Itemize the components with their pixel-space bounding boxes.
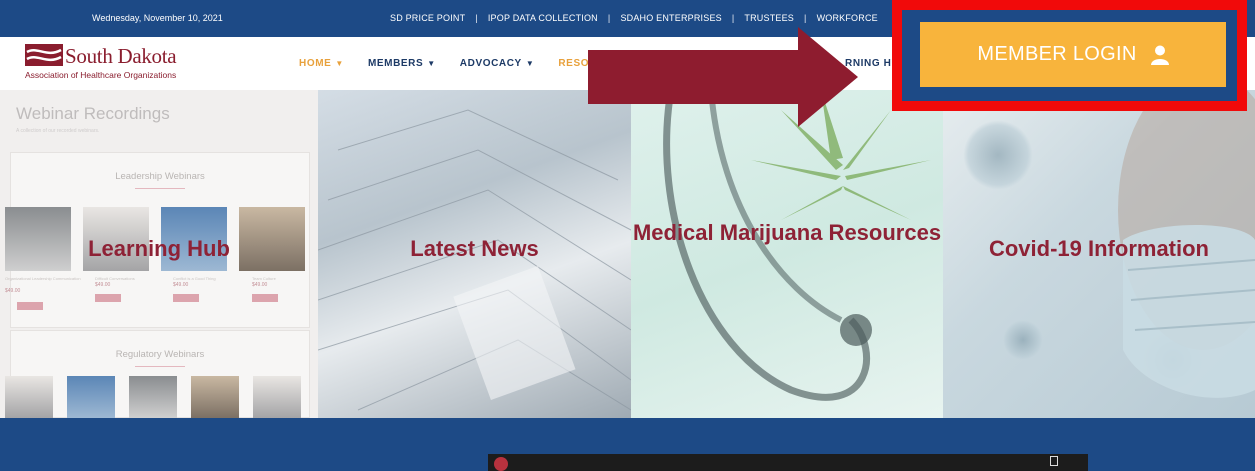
divider bbox=[135, 188, 185, 189]
tile-title: Medical Marijuana Resources bbox=[632, 220, 942, 245]
tile-covid-19[interactable]: Covid-19 Information bbox=[943, 90, 1255, 418]
separator: | bbox=[475, 13, 478, 23]
utility-link-sdaho-enterprises[interactable]: SDAHO ENTERPRISES bbox=[620, 13, 721, 23]
product-thumbnail[interactable] bbox=[191, 376, 239, 418]
regulatory-heading: Regulatory Webinars bbox=[115, 349, 205, 360]
logo-subtitle: Association of Healthcare Organizations bbox=[25, 70, 177, 80]
site-logo[interactable]: South Dakota Association of Healthcare O… bbox=[25, 44, 185, 84]
tile-title: Latest News bbox=[410, 236, 539, 261]
product-price: $49.00 bbox=[5, 288, 21, 294]
logo-name: South Dakota bbox=[65, 44, 177, 68]
webinar-preview-subtitle: A collection of our recorded webinars. bbox=[16, 128, 100, 134]
tile-medical-marijuana[interactable]: Medical Marijuana Resources bbox=[631, 90, 943, 418]
tile-title: Learning Hub bbox=[88, 236, 230, 261]
product-price: $49.00 bbox=[173, 282, 189, 288]
nav-item-members[interactable]: MEMBERS ▼ bbox=[368, 58, 436, 69]
leadership-heading: Leadership Webinars bbox=[115, 171, 205, 182]
stethoscope-image bbox=[663, 90, 931, 401]
add-to-cart-button[interactable] bbox=[252, 294, 278, 302]
product-caption: Conflict is a Good Thing bbox=[173, 276, 216, 281]
nav-item-home[interactable]: HOME ▼ bbox=[299, 58, 344, 69]
webinar-preview-title: Webinar Recordings bbox=[16, 104, 170, 123]
virus-particle bbox=[1003, 320, 1043, 360]
user-icon bbox=[1150, 45, 1169, 65]
annotation-arrow bbox=[588, 27, 858, 127]
page: Wednesday, November 10, 2021 SD PRICE PO… bbox=[0, 0, 1255, 471]
add-to-cart-button[interactable] bbox=[95, 294, 121, 302]
product-caption: Team Culture bbox=[252, 276, 276, 281]
nav-item-advocacy[interactable]: ADVOCACY ▼ bbox=[460, 58, 535, 69]
tile-learning-hub[interactable]: Webinar Recordings A collection of our r… bbox=[0, 90, 318, 418]
separator: | bbox=[804, 13, 807, 23]
logo-mark-icon bbox=[25, 44, 63, 66]
product-price: $49.00 bbox=[95, 282, 111, 288]
utility-links: SD PRICE POINT | IPOP DATA COLLECTION | … bbox=[390, 13, 878, 23]
main-nav: HOME ▼ MEMBERS ▼ ADVOCACY ▼ RESOU bbox=[299, 58, 597, 69]
product-thumbnail[interactable] bbox=[67, 376, 115, 418]
add-to-cart-button[interactable] bbox=[17, 302, 43, 310]
member-login-label: MEMBER LOGIN bbox=[977, 43, 1137, 65]
utility-link-trustees[interactable]: TRUSTEES bbox=[744, 13, 794, 23]
current-date: Wednesday, November 10, 2021 bbox=[92, 13, 223, 23]
product-thumbnail[interactable] bbox=[129, 376, 177, 418]
embedded-video-player[interactable] bbox=[488, 454, 1088, 471]
separator: | bbox=[607, 13, 611, 23]
channel-logo-icon bbox=[494, 457, 508, 471]
copy-link-icon[interactable] bbox=[1050, 456, 1058, 466]
divider bbox=[135, 366, 185, 367]
product-caption: Organizational Leadership Communication bbox=[5, 276, 81, 281]
product-caption: Difficult Conversations bbox=[95, 276, 135, 281]
utility-link-ipop-data-collection[interactable]: IPOP DATA COLLECTION bbox=[488, 13, 598, 23]
feature-tiles: Webinar Recordings A collection of our r… bbox=[0, 90, 1255, 418]
regulatory-thumbnails bbox=[5, 376, 301, 418]
product-price: $49.00 bbox=[252, 282, 268, 288]
utility-link-sd-price-point[interactable]: SD PRICE POINT bbox=[390, 13, 465, 23]
tile-latest-news[interactable]: Latest News bbox=[318, 90, 631, 418]
separator: | bbox=[731, 13, 735, 23]
add-to-cart-button[interactable] bbox=[173, 294, 199, 302]
tile-title: Covid-19 Information bbox=[988, 236, 1209, 261]
virus-particle bbox=[963, 120, 1033, 190]
product-thumbnail[interactable] bbox=[253, 376, 301, 418]
utility-link-workforce[interactable]: WORKFORCE bbox=[817, 13, 878, 23]
member-login-button[interactable]: MEMBER LOGIN bbox=[920, 22, 1226, 87]
product-thumbnail[interactable] bbox=[5, 376, 53, 418]
